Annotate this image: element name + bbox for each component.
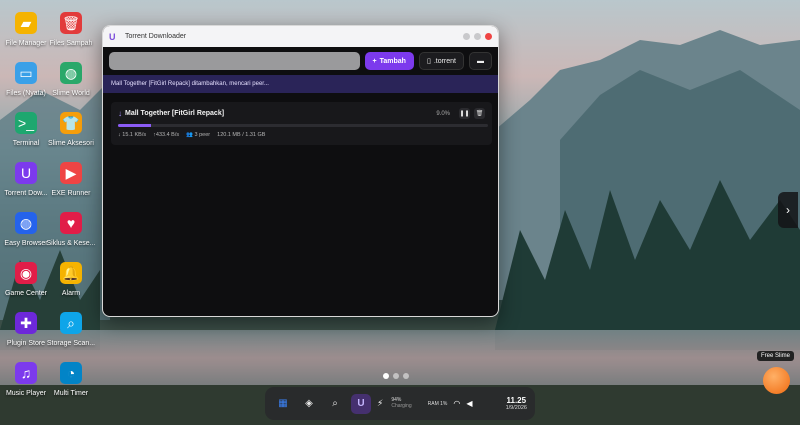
peers-value: 3 peer (194, 132, 211, 138)
desktop-icon-label: Plugin Store (6, 340, 46, 347)
desktop-icon[interactable]: 👕 Slime Aksesori (41, 112, 101, 147)
desktop-icon-label: Files (Nyata) (6, 90, 46, 97)
magnet-icon: U (109, 31, 116, 42)
desktop-icon-label: Slime World (52, 90, 90, 97)
drive-icon: ▭ (15, 62, 37, 84)
minimize-button[interactable] (463, 33, 470, 40)
magnet-icon: U (15, 162, 37, 184)
desktop-icon-label: Multi Timer (53, 390, 89, 397)
page-dot[interactable] (393, 373, 399, 379)
desktop-icon-label: EXE Runner (51, 190, 91, 197)
torrent-window: U Torrent Downloader + Tambah ▯ .torrent… (102, 25, 499, 317)
add-button[interactable]: + Tambah (364, 52, 414, 70)
title-bar[interactable]: U Torrent Downloader (103, 26, 498, 47)
magnet-url-input[interactable] (109, 52, 360, 70)
download-item[interactable]: ↓ Mall Together [FitGirl Repack] 9.0% ❚❚… (111, 102, 492, 145)
desktop-icon-label: Slime Aksesori (48, 140, 94, 147)
page-dot[interactable] (383, 373, 389, 379)
folder-icon: ▬ (477, 57, 484, 65)
desktop-icon-label: Storage Scan... (46, 340, 96, 347)
file-icon: ▯ (426, 58, 431, 65)
peers: 👥 3 peer (186, 132, 210, 138)
folder-icon: ▰ (15, 12, 37, 34)
users-icon: 👥 (186, 132, 193, 138)
desktop-icon[interactable]: ◔ Multi Timer (41, 362, 101, 397)
desktop-icon-label: Files Sampah (49, 40, 93, 47)
battery-state: Charging (391, 402, 412, 409)
free-slime-label: Free Slime (757, 351, 795, 361)
bell-icon: 🔔 (60, 262, 82, 284)
down-speed: ↓ 15.1 KB/s (118, 132, 146, 138)
ram-usage: RAM 1% (427, 400, 448, 407)
wifi-icon[interactable]: ◠ (453, 399, 460, 408)
page-dot[interactable] (403, 373, 409, 379)
delete-button[interactable]: 🗑 (474, 108, 485, 119)
clock-date: 1/9/2026 (505, 405, 527, 411)
close-button[interactable] (485, 33, 492, 40)
start-button[interactable]: ▦ (273, 394, 293, 414)
layers-button[interactable]: ◈ (299, 394, 319, 414)
timer-icon: ◔ (60, 362, 82, 384)
shirt-icon: 👕 (60, 112, 82, 134)
toolbar: + Tambah ▯ .torrent ▬ (103, 47, 498, 75)
torrent-button-label: .torrent (433, 57, 456, 65)
volume-icon[interactable]: ◀ (466, 399, 472, 408)
headphones-icon: ♫ (15, 362, 37, 384)
desktop-icon[interactable]: ▶ EXE Runner (41, 162, 101, 197)
download-arrow-icon: ↓ (118, 109, 122, 118)
progress-bar (118, 124, 488, 127)
torrent-taskbar-button[interactable]: U (351, 393, 371, 414)
taskbar: ▦ ◈ ⌕ U ⚡ 94% Charging RAM 1% ◠ ◀ 11.25 … (265, 387, 535, 420)
clock-time: 11.25 (506, 396, 527, 405)
open-folder-button[interactable]: ▬ (469, 52, 492, 70)
desktop-icon[interactable]: 🔔 Alarm (41, 262, 101, 297)
down-arrow-icon: ↓ (118, 132, 121, 138)
globe-icon: ◍ (60, 62, 82, 84)
clock[interactable]: 11.25 1/9/2026 (506, 396, 527, 411)
puzzle-icon: ✚ (15, 312, 37, 334)
globe-icon: ◍ (15, 212, 37, 234)
search-icon: ⌕ (332, 398, 338, 409)
lightning-icon: ⚡ (377, 398, 384, 408)
page-indicator (383, 373, 409, 379)
layers-icon: ◈ (305, 398, 313, 409)
magnifier-icon: ⌕ (60, 312, 82, 334)
add-button-label: Tambah (379, 57, 406, 65)
maximize-button[interactable] (474, 33, 481, 40)
desktop-icon[interactable]: ⌕ Storage Scan... (41, 312, 101, 347)
desktop-icon-label: Alarm (61, 290, 81, 297)
download-stats: ↓ 15.1 KB/s ↑433.4 B/s 👥 3 peer 120.1 MB… (118, 132, 485, 138)
open-torrent-file-button[interactable]: ▯ .torrent (418, 52, 464, 70)
plus-icon: + (372, 57, 377, 65)
desktop-icon-label: Siklus & Kese... (46, 240, 96, 247)
gamepad-icon: ◉ (15, 262, 37, 284)
chevron-right-icon[interactable]: › (778, 192, 798, 228)
terminal-icon: >_ (15, 112, 37, 134)
progress-fill (118, 124, 152, 127)
desktop-icon[interactable]: ◍ Slime World (41, 62, 101, 97)
desktop-icon[interactable]: ♥ Siklus & Kese... (41, 212, 101, 247)
magnet-icon: U (357, 398, 365, 409)
up-speed: ↑433.4 B/s (153, 132, 179, 138)
desktop-icon[interactable]: 🗑 Files Sampah (41, 12, 101, 47)
slime-pet[interactable] (763, 367, 790, 394)
trash-icon: 🗑 (60, 12, 82, 34)
windows-icon: ▦ (278, 398, 288, 409)
download-percent: 9.0% (436, 110, 450, 117)
desktop-icon-label: Terminal (12, 140, 40, 147)
download-name: Mall Together [FitGirl Repack] (125, 110, 225, 117)
heart-icon: ♥ (60, 212, 82, 234)
search-button[interactable]: ⌕ (325, 394, 345, 414)
status-notice: Mall Together [FitGirl Repack] ditambahk… (103, 75, 498, 93)
play-icon: ▶ (60, 162, 82, 184)
pause-button[interactable]: ❚❚ (459, 108, 470, 119)
size: 120.1 MB / 1.31 GB (217, 132, 266, 138)
battery-status: 94% Charging (391, 397, 412, 409)
up-speed-value: 433.4 B/s (155, 132, 180, 138)
down-speed-value: 15.1 KB/s (122, 132, 147, 138)
window-title: Torrent Downloader (125, 33, 187, 40)
